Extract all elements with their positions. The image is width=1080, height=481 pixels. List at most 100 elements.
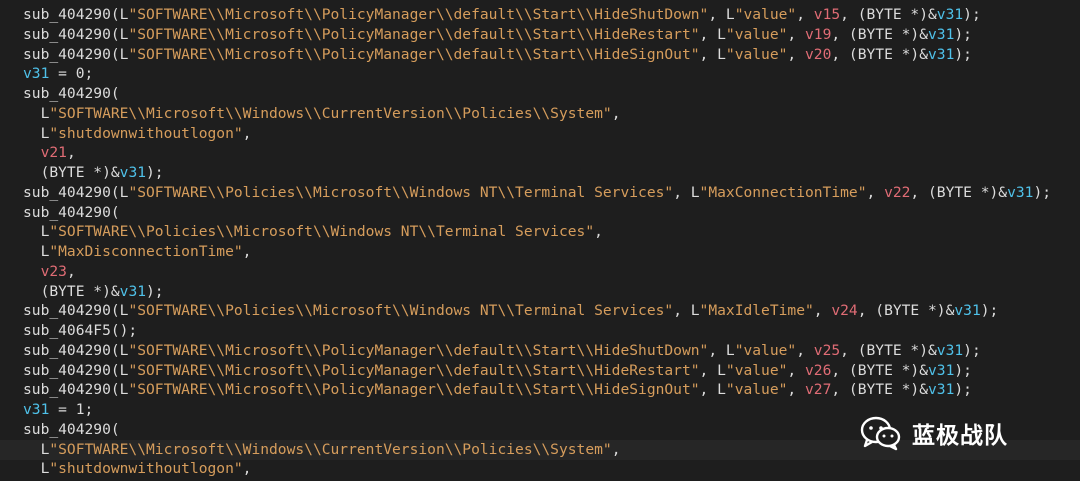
code-token: , xyxy=(796,341,814,359)
code-token: ); xyxy=(963,341,981,359)
code-token: , xyxy=(796,6,814,23)
string-literal: "value" xyxy=(734,341,797,359)
code-token: , (BYTE *)& xyxy=(857,302,955,320)
string-literal: "SOFTWARE\\Microsoft\\Windows\\CurrentVe… xyxy=(49,104,612,122)
string-literal: "shutdownwithoutlogon" xyxy=(49,124,243,142)
code-token: , xyxy=(787,25,805,43)
string-literal: "value" xyxy=(734,6,797,23)
code-token: ); xyxy=(954,361,972,379)
global-variable: v31 xyxy=(936,6,964,23)
local-variable: v24 xyxy=(831,302,858,320)
code-line[interactable]: sub_404290( xyxy=(23,420,120,440)
global-variable: v31 xyxy=(119,164,147,181)
code-line[interactable]: L"SOFTWARE\\Microsoft\\Windows\\CurrentV… xyxy=(23,104,621,124)
code-token: sub_404290(L xyxy=(23,25,129,43)
code-line[interactable]: sub_404290(L"SOFTWARE\\Microsoft\\Policy… xyxy=(23,380,972,400)
code-token: , xyxy=(242,460,252,478)
code-token: , (BYTE *)& xyxy=(831,381,929,399)
string-literal: "value" xyxy=(725,381,788,399)
global-variable: v31 xyxy=(928,45,955,63)
code-token: , L xyxy=(708,6,735,23)
code-line[interactable]: L"MaxDisconnectionTime", xyxy=(23,242,252,262)
code-token: , xyxy=(66,144,76,162)
global-variable: v31 xyxy=(928,25,955,43)
code-line[interactable]: sub_404290(L"SOFTWARE\\Microsoft\\Policy… xyxy=(23,25,972,45)
code-token: sub_404290(L xyxy=(23,341,129,359)
global-variable: v31 xyxy=(23,65,50,83)
code-token: sub_404290( xyxy=(23,203,120,221)
code-token: L xyxy=(23,243,50,260)
global-variable: v31 xyxy=(119,282,147,300)
code-line[interactable]: sub_404290(L"SOFTWARE\\Policies\\Microso… xyxy=(23,183,1051,203)
code-token: , L xyxy=(699,25,726,43)
code-token: , xyxy=(866,183,885,201)
local-variable: v21 xyxy=(40,144,67,162)
code-token: , L xyxy=(699,45,726,63)
code-line[interactable]: v31 = 1; xyxy=(23,400,93,420)
code-line[interactable]: (BYTE *)&v31); xyxy=(23,282,164,302)
string-literal: "MaxDisconnectionTime" xyxy=(49,243,243,260)
code-editor[interactable]: sub_404290(L"SOFTWARE\\Microsoft\\Policy… xyxy=(0,0,1080,481)
code-line[interactable]: v31 = 0; xyxy=(23,64,93,84)
string-literal: "SOFTWARE\\Policies\\Microsoft\\Windows … xyxy=(128,183,674,201)
code-token: , L xyxy=(673,302,700,320)
code-line[interactable]: sub_404290(L"SOFTWARE\\Microsoft\\Policy… xyxy=(23,361,972,381)
watermark: 蓝极战队 xyxy=(860,413,1008,453)
string-literal: "SOFTWARE\\Microsoft\\PolicyManager\\def… xyxy=(128,45,700,63)
scroll-edge xyxy=(0,0,1080,3)
string-literal: "value" xyxy=(725,361,788,379)
code-line[interactable]: sub_404290(L"SOFTWARE\\Microsoft\\Policy… xyxy=(23,5,981,25)
string-literal: "SOFTWARE\\Microsoft\\PolicyManager\\def… xyxy=(128,6,709,23)
code-line[interactable]: L"SOFTWARE\\Policies\\Microsoft\\Windows… xyxy=(23,222,603,242)
local-variable: v26 xyxy=(805,361,832,379)
local-variable: v27 xyxy=(805,381,832,399)
code-token: = 0; xyxy=(49,65,94,83)
code-token: sub_4064F5(); xyxy=(23,322,138,339)
code-line[interactable]: v23, xyxy=(23,262,76,282)
code-token: sub_404290( xyxy=(23,420,120,438)
code-line[interactable]: sub_404290(L"SOFTWARE\\Microsoft\\Policy… xyxy=(23,45,972,65)
local-variable: v19 xyxy=(805,25,832,43)
code-token: ); xyxy=(146,164,164,181)
code-line[interactable]: L"shutdownwithoutlogon", xyxy=(23,459,252,479)
code-token: , xyxy=(611,440,621,458)
code-line[interactable]: (BYTE *)&v31); xyxy=(23,163,164,183)
global-variable: v31 xyxy=(954,302,981,320)
local-variable: v25 xyxy=(813,341,841,359)
code-token: , xyxy=(813,302,832,320)
code-token: ); xyxy=(954,45,972,63)
code-token: sub_404290(L xyxy=(23,45,129,63)
code-token: , xyxy=(242,124,252,142)
string-literal: "shutdownwithoutlogon" xyxy=(49,460,243,478)
local-variable: v22 xyxy=(884,183,911,201)
string-literal: "MaxIdleTime" xyxy=(699,302,814,320)
code-line[interactable]: sub_4064F5(); xyxy=(23,321,137,341)
global-variable: v31 xyxy=(928,361,955,379)
code-token: ); xyxy=(954,381,972,399)
code-line[interactable]: v21, xyxy=(23,143,76,163)
watermark-text: 蓝极战队 xyxy=(912,423,1008,449)
local-variable: v20 xyxy=(805,45,832,63)
wechat-icon xyxy=(860,416,901,451)
code-token: ); xyxy=(146,282,164,300)
code-token: , (BYTE *)& xyxy=(831,25,929,43)
string-literal: "SOFTWARE\\Policies\\Microsoft\\Windows … xyxy=(128,302,674,320)
global-variable: v31 xyxy=(928,381,955,399)
code-line[interactable]: sub_404290(L"SOFTWARE\\Policies\\Microso… xyxy=(23,301,998,321)
code-token: ); xyxy=(954,25,972,43)
code-token: , (BYTE *)& xyxy=(910,183,1008,201)
code-token: , L xyxy=(699,361,726,379)
string-literal: "SOFTWARE\\Microsoft\\PolicyManager\\def… xyxy=(128,341,709,359)
string-literal: "SOFTWARE\\Policies\\Microsoft\\Windows … xyxy=(49,223,595,241)
code-token: ); xyxy=(1033,183,1052,201)
code-token: L xyxy=(23,104,50,122)
code-token: , L xyxy=(699,381,726,399)
string-literal: "MaxConnectionTime" xyxy=(699,183,867,201)
code-line[interactable]: L"shutdownwithoutlogon", xyxy=(23,124,252,144)
code-line[interactable]: sub_404290( xyxy=(23,84,120,104)
code-line[interactable]: sub_404290( xyxy=(23,203,120,223)
string-literal: "value" xyxy=(725,25,788,43)
code-line[interactable]: sub_404290(L"SOFTWARE\\Microsoft\\Policy… xyxy=(23,341,981,361)
